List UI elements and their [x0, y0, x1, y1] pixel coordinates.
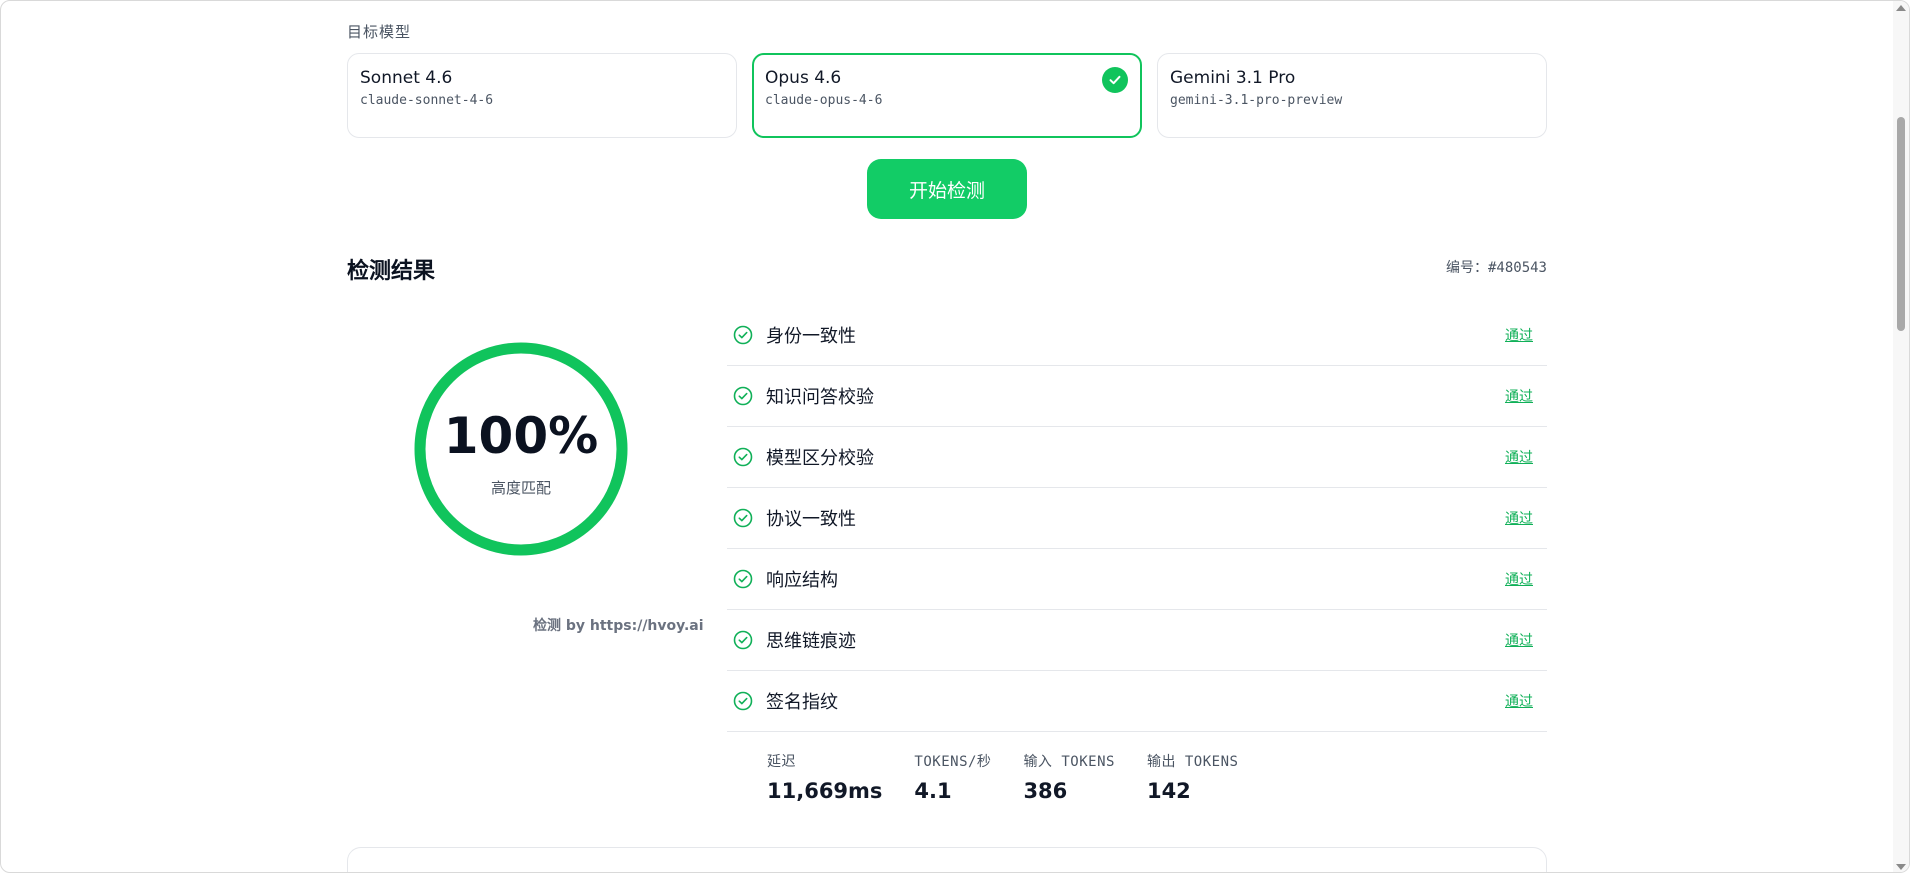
scrollbar-thumb[interactable]	[1897, 117, 1905, 331]
stat-output-tokens: 输出 TOKENS 142	[1147, 751, 1239, 803]
check-circle-outline-icon	[733, 630, 753, 650]
check-row-protocol: 协议一致性 通过	[727, 488, 1547, 549]
model-card-gemini[interactable]: Gemini 3.1 Pro gemini-3.1-pro-preview	[1157, 53, 1547, 138]
check-name: 协议一致性	[766, 509, 856, 530]
model-selector: Sonnet 4.6 claude-sonnet-4-6 Opus 4.6 cl…	[347, 53, 1547, 138]
score-label: 高度匹配	[490, 479, 551, 497]
check-row-response-structure: 响应结构 通过	[727, 549, 1547, 610]
page-viewport: 目标模型 Sonnet 4.6 claude-sonnet-4-6 Opus 4…	[0, 0, 1910, 873]
model-id: claude-opus-4-6	[765, 93, 883, 108]
model-name: Sonnet 4.6	[360, 68, 453, 88]
check-circle-icon	[1102, 67, 1128, 93]
stat-value: 4.1	[914, 779, 952, 803]
stat-label: 输出 TOKENS	[1146, 754, 1239, 770]
check-row-signature: 签名指纹 通过	[727, 671, 1547, 732]
check-row-knowledge: 知识问答校验 通过	[727, 366, 1547, 427]
model-card-sonnet[interactable]: Sonnet 4.6 claude-sonnet-4-6	[347, 53, 737, 138]
stat-input-tokens: 输入 TOKENS 386	[1023, 751, 1115, 803]
check-circle-outline-icon	[733, 325, 753, 345]
check-status-link[interactable]: 通过	[1505, 630, 1533, 650]
score-value: 100%	[443, 407, 599, 465]
start-detection-button[interactable]: 开始检测	[867, 159, 1027, 219]
check-row-model-distinction: 模型区分校验 通过	[727, 427, 1547, 488]
check-circle-outline-icon	[733, 569, 753, 589]
check-circle-outline-icon	[733, 691, 753, 711]
stat-tokens-per-second: TOKENS/秒 4.1	[914, 751, 991, 803]
check-status-link[interactable]: 通过	[1505, 447, 1533, 467]
check-row-identity: 身份一致性 通过	[727, 305, 1547, 366]
model-id: claude-sonnet-4-6	[360, 93, 494, 108]
check-name: 知识问答校验	[766, 387, 874, 408]
check-name: 身份一致性	[766, 326, 856, 347]
score-ring: 100% 高度匹配	[413, 341, 629, 557]
check-name: 响应结构	[766, 570, 838, 591]
check-status-link[interactable]: 通过	[1505, 691, 1533, 711]
check-circle-outline-icon	[733, 508, 753, 528]
check-row-chain-of-thought: 思维链痕迹 通过	[727, 610, 1547, 671]
next-section-card	[347, 847, 1547, 872]
stat-label: 输入 TOKENS	[1023, 754, 1115, 770]
stat-value: 11,669ms	[767, 779, 883, 803]
check-circle-outline-icon	[733, 447, 753, 467]
vertical-scrollbar[interactable]	[1893, 1, 1909, 872]
check-list: 身份一致性 通过 知识问答校验 通过 模型区分校验 通过 协议一致性 通过 响应…	[727, 305, 1547, 732]
stat-latency: 延迟 11,669ms	[767, 751, 882, 803]
model-card-opus[interactable]: Opus 4.6 claude-opus-4-6	[752, 53, 1142, 138]
stats-row: 延迟 11,669ms TOKENS/秒 4.1 输入 TOKENS 386 输…	[767, 751, 1270, 803]
stat-label: 延迟	[767, 754, 796, 770]
stat-value: 386	[1023, 779, 1068, 803]
result-id: 编号：#480543	[1445, 260, 1547, 276]
stat-value: 142	[1146, 779, 1191, 803]
result-title: 检测结果	[347, 259, 436, 284]
check-name: 签名指纹	[766, 692, 838, 713]
model-name: Gemini 3.1 Pro	[1170, 68, 1296, 88]
check-status-link[interactable]: 通过	[1505, 508, 1533, 528]
target-model-label: 目标模型	[347, 23, 412, 41]
detect-by-credit: 检测 by https://hvoy.ai	[533, 618, 704, 634]
check-status-link[interactable]: 通过	[1505, 386, 1533, 406]
check-status-link[interactable]: 通过	[1505, 325, 1533, 345]
stat-label: TOKENS/秒	[914, 754, 992, 770]
check-name: 思维链痕迹	[766, 631, 856, 652]
model-id: gemini-3.1-pro-preview	[1170, 93, 1343, 108]
check-circle-outline-icon	[733, 386, 753, 406]
scroll-up-arrow-icon[interactable]	[1896, 5, 1906, 11]
check-name: 模型区分校验	[766, 448, 874, 469]
scroll-down-arrow-icon[interactable]	[1896, 864, 1906, 870]
check-status-link[interactable]: 通过	[1505, 569, 1533, 589]
model-name: Opus 4.6	[765, 68, 842, 88]
